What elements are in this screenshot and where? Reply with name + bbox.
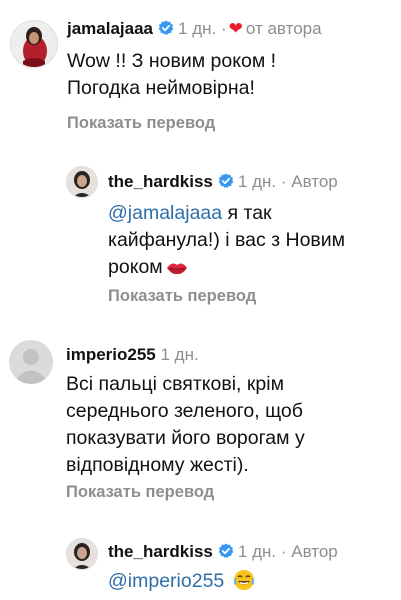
kiss-mark-icon	[166, 263, 187, 275]
avatar-image	[67, 539, 97, 569]
liked-by-author-label: от автора	[245, 19, 322, 38]
username[interactable]: imperio255	[66, 345, 156, 364]
comment-time: 1 дн.	[160, 345, 199, 364]
comment-time: 1 дн.	[237, 172, 277, 191]
tears-of-joy-icon	[233, 570, 254, 590]
comment-text: @jamalajaaa я так кайфанула!) і вас з Но…	[108, 200, 383, 281]
avatar-image	[67, 167, 97, 197]
separator-dot: ·	[220, 19, 227, 38]
mention-link[interactable]: @jamalajaaa	[108, 202, 222, 224]
comment: jamalajaaa 1 дн. · ❤ от автора Wow !! З нов…	[0, 0, 401, 150]
username[interactable]: jamalajaaa	[67, 19, 153, 38]
heart-icon: ❤	[228, 19, 243, 38]
avatar[interactable]	[9, 340, 53, 384]
author-badge: Автор	[291, 172, 338, 191]
separator-dot: ·	[280, 172, 287, 191]
author-badge: Автор	[291, 542, 338, 561]
verified-badge-icon	[218, 543, 234, 558]
reply-comment: the_hardkiss 1 дн. · Автор @imperio255	[0, 520, 401, 600]
avatar[interactable]	[10, 20, 58, 68]
translate-button[interactable]: Показать перевод	[67, 114, 215, 133]
username[interactable]: the_hardkiss	[108, 172, 213, 191]
comment-text: Всі пальці святкові, крім середнього зел…	[66, 373, 305, 476]
comment-header: jamalajaaa 1 дн. · ❤ от автора	[67, 19, 322, 39]
comment-time: 1 дн.	[237, 542, 277, 561]
default-avatar-icon	[9, 340, 53, 384]
avatar[interactable]	[66, 538, 98, 570]
comment-text: @imperio255	[108, 568, 383, 595]
comment-header: imperio255 1 дн.	[66, 345, 199, 365]
comment-time: 1 дн.	[178, 19, 217, 38]
username[interactable]: the_hardkiss	[108, 542, 213, 561]
reply-comment: the_hardkiss 1 дн. · Автор @jamalajaaa я …	[0, 150, 401, 320]
comment: imperio255 1 дн. Всі пальці святкові, кр…	[0, 320, 401, 520]
comment-header: the_hardkiss 1 дн. · Автор	[108, 172, 338, 192]
comment-text-content	[224, 570, 229, 592]
avatar[interactable]	[66, 166, 98, 198]
avatar-image	[11, 21, 57, 67]
translate-button[interactable]: Показать перевод	[66, 483, 214, 502]
verified-badge-icon	[218, 173, 234, 188]
translate-button[interactable]: Показать перевод	[108, 287, 256, 306]
comment-header: the_hardkiss 1 дн. · Автор	[108, 542, 338, 562]
separator-dot: ·	[280, 542, 287, 561]
comment-text: Wow !! З новим роком ! Погодка неймовірн…	[67, 50, 277, 99]
mention-link[interactable]: @imperio255	[108, 570, 224, 592]
verified-badge-icon	[158, 20, 174, 35]
